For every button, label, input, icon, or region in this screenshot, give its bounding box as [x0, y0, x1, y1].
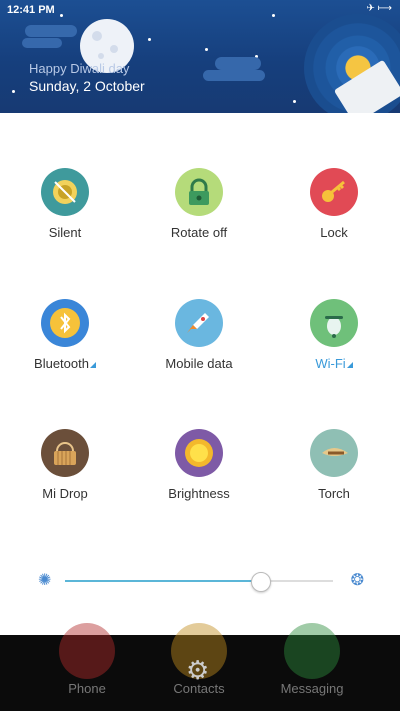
toggle-label: Brightness — [168, 486, 230, 501]
cloud-decoration — [215, 57, 261, 70]
slider-thumb[interactable] — [250, 572, 271, 592]
toggle-label-text: Bluetooth — [34, 356, 89, 371]
toggle-label: Wi-Fi — [274, 356, 394, 371]
toggle-brightness[interactable]: Brightness — [139, 429, 259, 501]
date-text: Sunday, 2 October — [29, 78, 145, 94]
toggle-rotate-off[interactable]: Rotate off — [139, 168, 259, 240]
lock-rotation-icon — [175, 168, 223, 216]
star — [12, 90, 15, 93]
toggle-label-text: Wi-Fi — [315, 356, 346, 371]
dock-app-phone[interactable]: Phone — [27, 623, 147, 696]
toggle-label: Lock — [320, 225, 348, 240]
star — [60, 14, 63, 17]
rocket-icon — [175, 299, 223, 347]
notification-header: 12:41 PM ✈ ⟼ Happy Diwali day Sunday, 2 … — [0, 0, 400, 113]
toggle-bluetooth[interactable]: Bluetooth — [5, 299, 125, 371]
brightness-low-icon: ✺ — [38, 572, 52, 589]
toggle-label: Silent — [48, 225, 82, 240]
greeting-text: Happy Diwali day — [29, 61, 130, 76]
settings-gear-icon[interactable]: ⚙ — [186, 655, 209, 686]
star — [205, 48, 208, 51]
toggle-mobile-data[interactable]: Mobile data — [139, 299, 259, 371]
brightness-slider[interactable]: ✺ ❂ — [38, 568, 364, 594]
dock-label: Messaging — [280, 681, 344, 696]
toggle-label: Torch — [318, 486, 350, 501]
messaging-icon — [284, 623, 340, 679]
cloud-decoration — [22, 38, 62, 48]
brightness-high-icon: ❂ — [350, 572, 364, 589]
basket-icon — [41, 429, 89, 477]
cloud-decoration — [25, 25, 77, 37]
toggle-torch[interactable]: Torch — [274, 429, 394, 501]
toggle-mi-drop[interactable]: Mi Drop — [5, 429, 125, 501]
torch-icon — [310, 429, 358, 477]
dock-label: Phone — [68, 681, 106, 696]
star — [148, 38, 151, 41]
status-time: 12:41 PM — [7, 4, 55, 16]
wifi-scooter-icon — [310, 299, 358, 347]
star — [272, 14, 275, 17]
toggle-label: Bluetooth — [5, 356, 125, 371]
phone-icon — [59, 623, 115, 679]
expand-indicator-icon — [89, 362, 96, 368]
dock-app-messaging[interactable]: Messaging — [252, 623, 372, 696]
cloud-decoration — [203, 70, 265, 81]
toggle-label: Mobile data — [165, 356, 233, 371]
status-icons: ✈ ⟼ — [366, 3, 393, 14]
toggle-label: Rotate off — [170, 225, 228, 240]
bluetooth-icon — [41, 299, 89, 347]
slider-fill — [65, 580, 261, 582]
sun-icon — [175, 429, 223, 477]
toggle-silent[interactable]: Silent — [5, 168, 125, 240]
silent-icon — [41, 168, 89, 216]
key-icon — [310, 168, 358, 216]
toggle-wifi[interactable]: Wi-Fi — [274, 299, 394, 371]
toggle-label: Mi Drop — [42, 486, 88, 501]
star — [293, 100, 296, 103]
expand-indicator-icon — [346, 362, 353, 368]
toggle-lock[interactable]: Lock — [274, 168, 394, 240]
